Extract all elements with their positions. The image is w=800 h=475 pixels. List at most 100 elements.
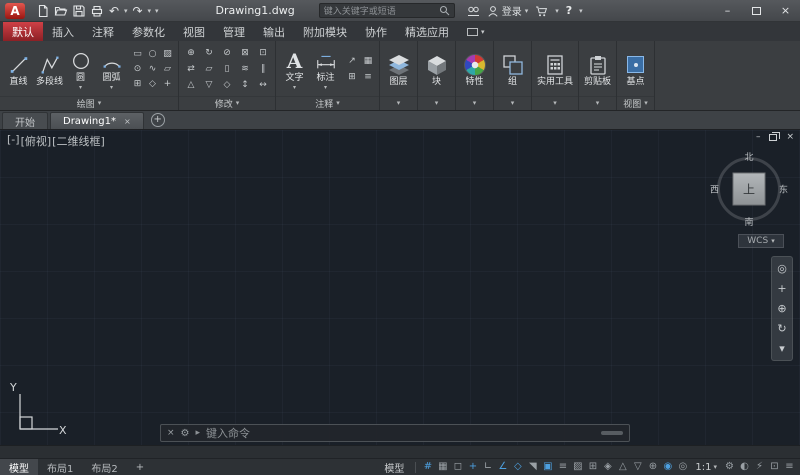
- autoscale-icon[interactable]: ◎: [675, 462, 690, 472]
- modify-tool-icon[interactable]: ⊡: [254, 45, 272, 61]
- block-button[interactable]: 块: [421, 51, 452, 88]
- tab-addins[interactable]: 附加模块: [294, 22, 356, 41]
- groups-button[interactable]: 组: [497, 51, 528, 88]
- dimension-button[interactable]: 标注 ▾: [310, 47, 341, 91]
- utilities-button[interactable]: 实用工具: [535, 51, 575, 88]
- new-layout-button[interactable]: +: [127, 459, 153, 475]
- save-icon[interactable]: [71, 3, 87, 19]
- osnap-tracking-icon[interactable]: ◥: [525, 462, 540, 472]
- tab-view[interactable]: 视图: [174, 22, 214, 41]
- isodraft-icon[interactable]: ◇: [510, 462, 525, 472]
- modify-tool-icon[interactable]: ↔: [254, 77, 272, 93]
- pan-icon[interactable]: +: [777, 283, 786, 294]
- tab-insert[interactable]: 插入: [43, 22, 83, 41]
- commandline-close-icon[interactable]: ×: [167, 428, 175, 438]
- drawing-canvas[interactable]: [-][俯视][二维线框] – × 北 南 西 东 上 WCS ▾ ◎+⊕↻▾ …: [0, 130, 800, 445]
- annotation-tool-icon[interactable]: ▦: [360, 53, 376, 69]
- polar-tracking-icon[interactable]: ∠: [495, 462, 510, 472]
- customize-icon[interactable]: ≡: [782, 462, 797, 472]
- draw-panel-footer[interactable]: 绘图 ▾: [0, 96, 178, 110]
- model-space-toggle[interactable]: 模型: [377, 460, 411, 475]
- utilities-panel-footer[interactable]: ▾: [532, 96, 578, 110]
- horizontal-scrollbar-area[interactable]: [0, 445, 800, 458]
- modify-tool-icon[interactable]: ◇: [218, 77, 236, 93]
- redo-caret-icon[interactable]: ▾: [148, 7, 152, 15]
- tab-featured-apps[interactable]: 精选应用: [396, 22, 458, 41]
- community-icon[interactable]: [467, 5, 480, 17]
- gizmo-icon[interactable]: ⊕: [645, 462, 660, 472]
- tab-parametric[interactable]: 参数化: [123, 22, 174, 41]
- cart-caret-icon[interactable]: ▾: [555, 7, 559, 15]
- ribbon-display-toggle[interactable]: ▾: [467, 22, 485, 41]
- draw-tool-icon[interactable]: ○: [145, 47, 160, 62]
- annotation-panel-footer[interactable]: 注释 ▾: [276, 96, 379, 110]
- selection-cycling-icon[interactable]: ⊞: [585, 462, 600, 472]
- viewport-minimize-icon[interactable]: –: [756, 132, 761, 142]
- command-line[interactable]: × ⚙ ▸ 键入命令: [160, 424, 630, 442]
- clipboard-panel-footer[interactable]: ▾: [579, 96, 616, 110]
- commandline-grip[interactable]: [601, 431, 623, 435]
- groups-panel-footer[interactable]: ▾: [494, 96, 531, 110]
- redo-icon[interactable]: ↷: [131, 5, 145, 17]
- isolate-objects-icon[interactable]: ◐: [737, 462, 752, 472]
- snap-mode-icon[interactable]: ▦: [435, 462, 450, 472]
- ortho-mode-icon[interactable]: ∟: [480, 462, 495, 472]
- help-caret-icon[interactable]: ▾: [579, 7, 583, 15]
- app-logo[interactable]: A: [5, 3, 25, 19]
- modify-tool-icon[interactable]: ↻: [200, 45, 218, 61]
- text-button[interactable]: A 文字 ▾: [279, 47, 310, 91]
- transparency-icon[interactable]: ▨: [570, 462, 585, 472]
- dynamic-input-icon[interactable]: +: [465, 462, 480, 472]
- viewport-close-icon[interactable]: ×: [786, 132, 794, 142]
- wcs-dropdown[interactable]: WCS ▾: [738, 234, 784, 248]
- modify-tool-icon[interactable]: ⊘: [218, 45, 236, 61]
- circle-button[interactable]: 圆 ▾: [65, 47, 96, 91]
- clipboard-button[interactable]: 剪贴板: [582, 51, 613, 88]
- annotation-tool-icon[interactable]: ↗: [344, 53, 360, 69]
- properties-button[interactable]: 特性: [459, 51, 490, 88]
- search-icon[interactable]: [439, 5, 450, 16]
- modify-tool-icon[interactable]: ↕: [236, 77, 254, 93]
- view-panel-footer[interactable]: 视图 ▾: [617, 96, 654, 110]
- tab-home[interactable]: 默认: [3, 22, 43, 41]
- qat-customize-icon[interactable]: ▾: [155, 7, 159, 15]
- viewcube-top-face[interactable]: 上: [733, 173, 766, 206]
- clean-screen-icon[interactable]: ⊡: [767, 462, 782, 472]
- undo-caret-icon[interactable]: ▾: [124, 7, 128, 15]
- lineweight-icon[interactable]: ≡: [555, 462, 570, 472]
- layout-tab-model[interactable]: 模型: [0, 459, 38, 475]
- infer-constraints-icon[interactable]: ◻: [450, 462, 465, 472]
- modify-tool-icon[interactable]: ⊕: [182, 45, 200, 61]
- draw-tool-icon[interactable]: +: [160, 77, 175, 92]
- maximize-button[interactable]: [742, 0, 771, 21]
- draw-tool-icon[interactable]: ◇: [145, 77, 160, 92]
- help-button[interactable]: ?: [566, 4, 572, 17]
- viewcube-east[interactable]: 东: [779, 183, 788, 196]
- tab-annotate[interactable]: 注释: [83, 22, 123, 41]
- modify-tool-icon[interactable]: ∥: [254, 61, 272, 77]
- signin-button[interactable]: 登录 ▾: [487, 3, 529, 18]
- modify-tool-icon[interactable]: ⊠: [236, 45, 254, 61]
- open-icon[interactable]: [53, 3, 69, 19]
- viewport-control-segment[interactable]: [俯视]: [21, 133, 52, 149]
- polyline-button[interactable]: 多段线: [34, 51, 65, 88]
- recent-commands-icon[interactable]: ▸: [196, 428, 201, 438]
- tab-output[interactable]: 输出: [254, 22, 294, 41]
- modify-tool-icon[interactable]: ▽: [200, 77, 218, 93]
- search-box[interactable]: 键入关键字或短语: [319, 3, 455, 18]
- draw-tool-icon[interactable]: ⊙: [130, 62, 145, 77]
- modify-tool-icon[interactable]: ≋: [236, 61, 254, 77]
- zoom-icon[interactable]: ⊕: [777, 303, 786, 314]
- draw-tool-icon[interactable]: ▨: [160, 47, 175, 62]
- minimize-button[interactable]: –: [713, 0, 742, 21]
- navigation-wheel-icon[interactable]: ◎: [777, 263, 787, 274]
- annotation-visibility-icon[interactable]: ◉: [660, 462, 675, 472]
- cart-icon[interactable]: [535, 5, 548, 17]
- viewcube-west[interactable]: 西: [710, 183, 719, 196]
- base-button[interactable]: 基点: [620, 51, 651, 88]
- modify-tool-icon[interactable]: ⇄: [182, 61, 200, 77]
- command-input[interactable]: 键入命令: [206, 425, 595, 441]
- draw-tool-icon[interactable]: ∿: [145, 62, 160, 77]
- undo-icon[interactable]: ↶: [107, 5, 121, 17]
- grid-icon[interactable]: #: [420, 462, 435, 472]
